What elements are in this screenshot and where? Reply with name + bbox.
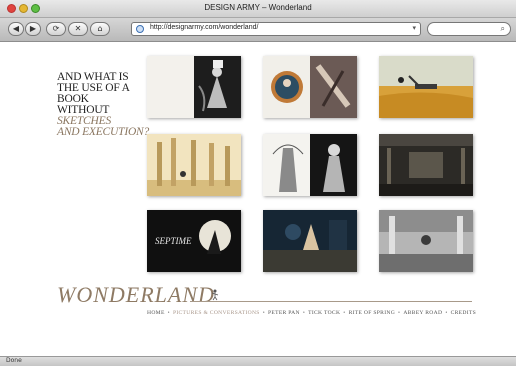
thumbnail-sept-label: SEPTIME xyxy=(155,236,192,246)
tagline: AND WHAT IS THE USE OF A BOOK WITHOUT SK… xyxy=(57,71,157,138)
title-bar: DESIGN ARMY – Wonderland xyxy=(0,0,516,18)
logo-divider xyxy=(190,301,472,302)
status-bar: Done xyxy=(0,356,516,366)
browser-toolbar: ◀ ▶ ⟳ ✕ ⌂ http://designarmy.com/wonderla… xyxy=(0,18,516,42)
search-icon: ⌕ xyxy=(500,24,505,33)
chevron-down-icon[interactable]: ▾ xyxy=(412,24,416,32)
stop-icon: ✕ xyxy=(74,24,82,33)
browser-window: DESIGN ARMY – Wonderland ◀ ▶ ⟳ ✕ ⌂ http:… xyxy=(0,0,516,366)
tagline-line-2: THE USE OF A BOOK xyxy=(57,82,130,105)
nav-tick-tock[interactable]: TICK TOCK xyxy=(308,310,340,316)
window-title: DESIGN ARMY – Wonderland xyxy=(204,3,312,12)
reload-button[interactable]: ⟳ xyxy=(46,22,66,36)
site-globe-icon xyxy=(136,25,144,33)
nav-abbey-road[interactable]: ABBEY ROAD xyxy=(403,310,442,316)
site-navigation: HOME • PICTURES & CONVERSATIONS • PETER PAN •… xyxy=(147,310,476,316)
thumbnail-book-sketches[interactable] xyxy=(147,56,241,118)
reload-icon: ⟳ xyxy=(52,24,60,33)
forward-button[interactable]: ▶ xyxy=(25,22,41,36)
home-icon: ⌂ xyxy=(97,24,103,33)
tagline-execution: AND EXECUTION? xyxy=(57,126,150,138)
thumbnail-september-moon[interactable]: SEPTIME xyxy=(147,210,241,272)
thumbnail-blue-bar-scene[interactable] xyxy=(263,210,357,272)
nav-rite-of-spring[interactable]: RITE OF SPRING xyxy=(349,310,395,316)
thumbnail-golden-columns[interactable] xyxy=(147,134,241,196)
forward-arrow-icon: ▶ xyxy=(29,24,37,33)
address-bar[interactable]: http://designarmy.com/wonderland/ ▾ xyxy=(131,22,421,36)
nav-separator: • xyxy=(262,310,265,316)
tagline-line-3: WITHOUT SKETCHES xyxy=(57,104,157,127)
thumbnail-golden-field[interactable] xyxy=(379,56,473,118)
nav-home[interactable]: HOME xyxy=(147,310,165,316)
back-button[interactable]: ◀ xyxy=(8,22,24,36)
thumbnail-tower-sketch[interactable] xyxy=(263,134,357,196)
nav-separator: • xyxy=(398,310,401,316)
nav-separator: • xyxy=(343,310,346,316)
web-page: AND WHAT IS THE USE OF A BOOK WITHOUT SK… xyxy=(0,42,516,356)
nav-peter-pan[interactable]: PETER PAN xyxy=(268,310,300,316)
nav-pictures-conversations[interactable]: PICTURES & CONVERSATIONS xyxy=(173,310,260,316)
wonderland-logo[interactable]: WONDERLAND xyxy=(57,282,215,308)
dancer-icon xyxy=(211,289,219,301)
search-field[interactable]: ⌕ xyxy=(427,22,511,36)
thumbnail-dark-hall[interactable] xyxy=(379,134,473,196)
back-arrow-icon: ◀ xyxy=(12,24,20,33)
home-button[interactable]: ⌂ xyxy=(90,22,110,36)
nav-separator: • xyxy=(302,310,306,316)
status-text: Done xyxy=(6,357,22,364)
nav-separator: • xyxy=(167,310,170,316)
nav-separator: • xyxy=(445,310,448,316)
address-url[interactable]: http://designarmy.com/wonderland/ xyxy=(150,24,258,31)
thumbnail-ballroom-gray[interactable] xyxy=(379,210,473,272)
stop-button[interactable]: ✕ xyxy=(68,22,88,36)
nav-credits[interactable]: CREDITS xyxy=(451,310,476,316)
thumbnail-circle-portrait[interactable] xyxy=(263,56,357,118)
